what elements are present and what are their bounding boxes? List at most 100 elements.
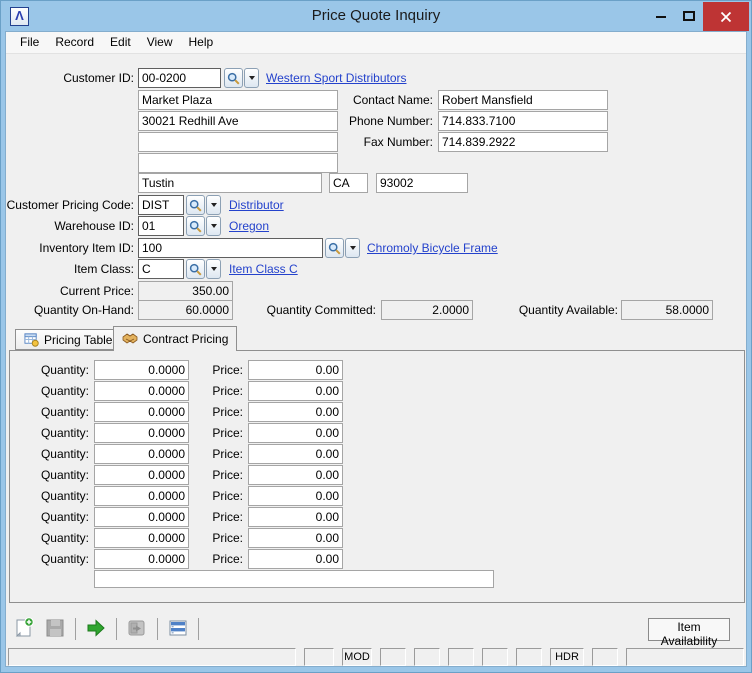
item-class-link[interactable]: Item Class C	[229, 259, 298, 279]
fax-number-field[interactable]	[438, 132, 608, 152]
address1-field[interactable]	[138, 90, 338, 110]
close-icon	[720, 11, 732, 23]
contract-pricing-row: Quantity: Price:	[6, 486, 406, 506]
contract-price-field[interactable]	[248, 549, 343, 569]
handshake-icon	[122, 331, 138, 347]
contract-price-field[interactable]	[248, 444, 343, 464]
contract-price-field[interactable]	[248, 402, 343, 422]
pricing-code-dropdown-button[interactable]	[206, 195, 221, 215]
app-lambda-icon: Λ	[10, 7, 29, 26]
window-content: File Record Edit View Help Customer ID: …	[5, 31, 747, 667]
contract-pricing-row: Quantity: Price:	[6, 402, 406, 422]
contract-quantity-label: Quantity:	[6, 486, 89, 506]
tab-contract-pricing[interactable]: Contract Pricing	[113, 326, 237, 351]
menu-view[interactable]: View	[139, 32, 181, 53]
menu-file[interactable]: File	[12, 32, 47, 53]
save-record-button[interactable]	[42, 616, 68, 642]
contract-price-label: Price:	[148, 381, 243, 401]
status-panel	[380, 648, 406, 666]
customer-id-field[interactable]	[138, 68, 221, 88]
minimize-icon	[656, 16, 666, 18]
menubar: File Record Edit View Help	[6, 32, 746, 54]
magnifier-icon	[328, 242, 341, 255]
item-class-lookup-button[interactable]	[186, 259, 205, 279]
status-panel	[626, 648, 744, 666]
contract-price-field[interactable]	[248, 423, 343, 443]
item-id-field[interactable]	[138, 238, 323, 258]
contract-price-field[interactable]	[248, 381, 343, 401]
qty-committed-field	[381, 300, 473, 320]
qty-available-field	[621, 300, 713, 320]
new-record-button[interactable]	[11, 616, 37, 642]
contract-quantity-label: Quantity:	[6, 423, 89, 443]
chevron-down-icon	[249, 76, 255, 80]
contract-price-field[interactable]	[248, 360, 343, 380]
item-id-label: Inventory Item ID:	[6, 238, 134, 258]
close-button[interactable]	[703, 2, 749, 31]
zip-field[interactable]	[376, 173, 468, 193]
phone-number-field[interactable]	[438, 111, 608, 131]
pricing-code-lookup-button[interactable]	[186, 195, 205, 215]
customer-dropdown-button[interactable]	[244, 68, 259, 88]
warehouse-lookup-button[interactable]	[186, 216, 205, 236]
customer-id-label: Customer ID:	[6, 68, 134, 88]
contract-pricing-row: Quantity: Price:	[6, 360, 406, 380]
state-field[interactable]	[329, 173, 368, 193]
warehouse-dropdown-button[interactable]	[206, 216, 221, 236]
form-area: Customer ID: Western Sport Distributors …	[6, 55, 746, 666]
save-icon	[44, 617, 66, 639]
customer-name-link[interactable]: Western Sport Distributors	[266, 68, 407, 88]
item-description-link[interactable]: Chromoly Bicycle Frame	[367, 238, 498, 258]
status-panel	[8, 648, 296, 666]
qty-available-label: Quantity Available:	[488, 300, 618, 320]
status-panel-hdr: HDR	[550, 648, 584, 666]
status-panel	[516, 648, 542, 666]
contract-quantity-label: Quantity:	[6, 549, 89, 569]
contract-price-field[interactable]	[248, 465, 343, 485]
contract-price-label: Price:	[148, 507, 243, 527]
minimize-button[interactable]	[647, 2, 675, 31]
maximize-button[interactable]	[675, 2, 703, 31]
item-availability-button[interactable]: Item Availability	[648, 618, 730, 641]
contract-pricing-row: Quantity: Price:	[6, 465, 406, 485]
address4-field[interactable]	[138, 153, 338, 173]
city-field[interactable]	[138, 173, 322, 193]
record-list-button[interactable]	[165, 616, 191, 642]
address2-field[interactable]	[138, 111, 338, 131]
toolbar-separator	[157, 618, 158, 640]
contract-quantity-label: Quantity:	[6, 528, 89, 548]
chevron-down-icon	[211, 224, 217, 228]
contract-price-label: Price:	[148, 444, 243, 464]
toolbar-separator	[75, 618, 76, 640]
pricing-code-field[interactable]	[138, 195, 184, 215]
current-price-label: Current Price:	[6, 281, 134, 301]
menu-edit[interactable]: Edit	[102, 32, 139, 53]
warehouse-link[interactable]: Oregon	[229, 216, 269, 236]
item-class-label: Item Class:	[6, 259, 134, 279]
contract-price-label: Price:	[148, 402, 243, 422]
contract-price-field[interactable]	[248, 528, 343, 548]
contact-name-label: Contact Name:	[333, 90, 433, 110]
contract-price-field[interactable]	[248, 507, 343, 527]
contract-price-label: Price:	[148, 423, 243, 443]
next-record-button[interactable]	[83, 616, 109, 642]
contract-quantity-label: Quantity:	[6, 465, 89, 485]
contract-pricing-row: Quantity: Price:	[6, 549, 406, 569]
contract-note-field[interactable]	[94, 570, 494, 588]
item-lookup-button[interactable]	[325, 238, 344, 258]
contact-name-field[interactable]	[438, 90, 608, 110]
address3-field[interactable]	[138, 132, 338, 152]
customer-lookup-button[interactable]	[224, 68, 243, 88]
item-class-field[interactable]	[138, 259, 184, 279]
menu-help[interactable]: Help	[181, 32, 222, 53]
pricing-code-link[interactable]: Distributor	[229, 195, 284, 215]
item-class-dropdown-button[interactable]	[206, 259, 221, 279]
pricing-table-icon	[24, 332, 39, 347]
contract-quantity-label: Quantity:	[6, 402, 89, 422]
warehouse-field[interactable]	[138, 216, 184, 236]
menu-record[interactable]: Record	[47, 32, 102, 53]
goto-record-button[interactable]	[124, 616, 150, 642]
item-dropdown-button[interactable]	[345, 238, 360, 258]
tab-pricing-table[interactable]: Pricing Table	[15, 329, 121, 350]
contract-price-field[interactable]	[248, 486, 343, 506]
